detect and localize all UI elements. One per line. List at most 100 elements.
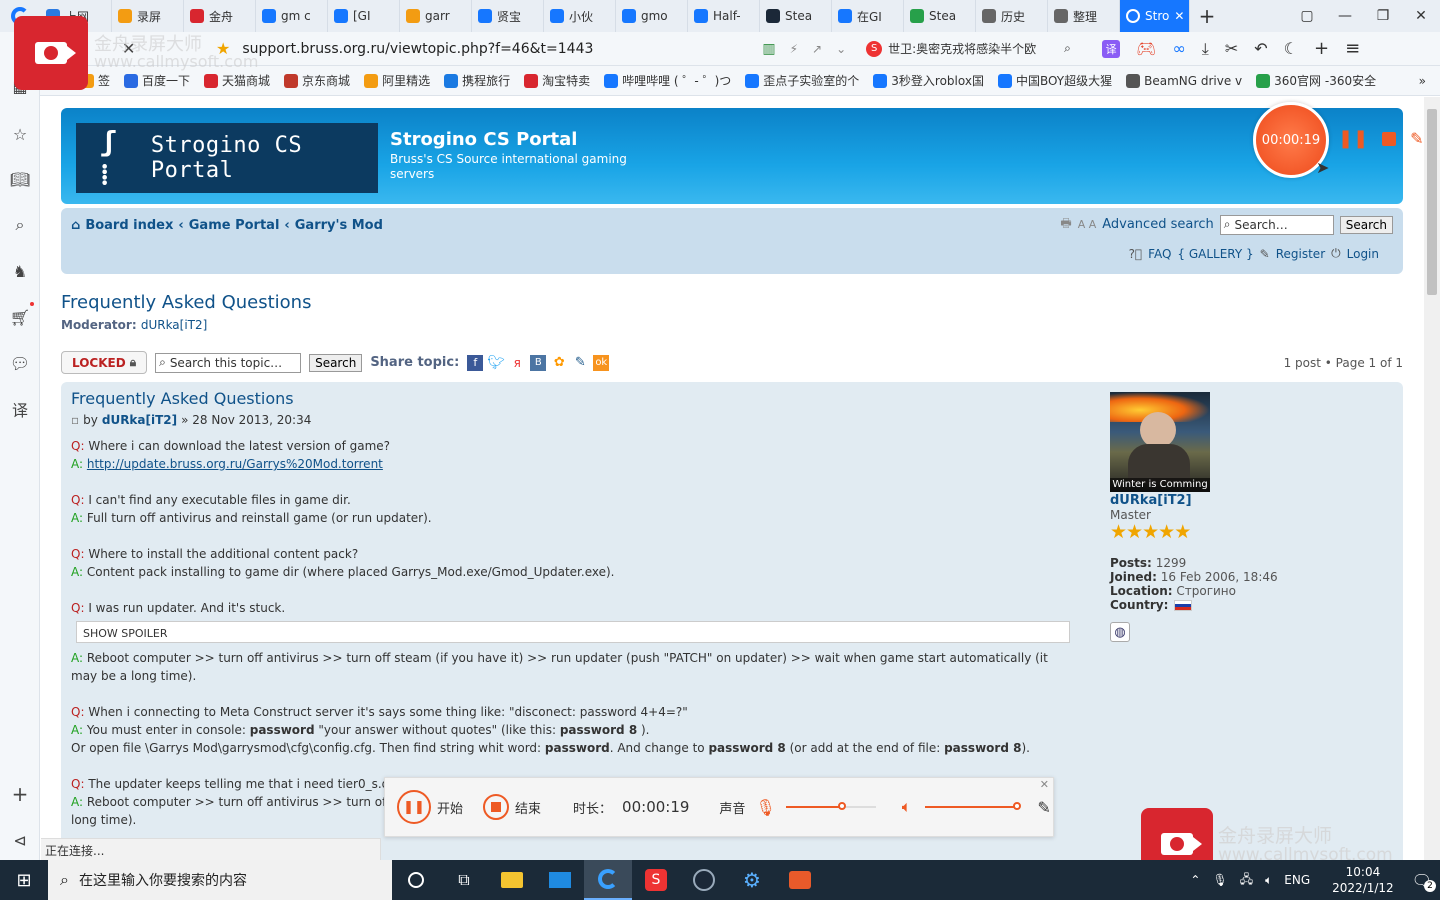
register-link[interactable]: Register bbox=[1276, 247, 1325, 261]
facebook-icon[interactable]: f bbox=[467, 354, 484, 371]
page-scrollbar[interactable] bbox=[1424, 97, 1440, 860]
scrollbar-thumb[interactable] bbox=[1427, 109, 1437, 295]
settings-gear-icon[interactable]: ⚙ bbox=[728, 860, 776, 900]
bookmark-item[interactable]: 3秒登入roblox国 bbox=[873, 72, 984, 89]
microphone-icon[interactable]: 🎙︎ bbox=[755, 798, 775, 817]
game-icon[interactable]: ♞ bbox=[10, 261, 30, 281]
browser-tab[interactable]: Half- bbox=[688, 0, 760, 32]
share-icon[interactable]: ↗ bbox=[812, 42, 822, 56]
gallery-link[interactable]: { GALLERY } bbox=[1177, 247, 1253, 261]
bookmark-item[interactable]: 360官网 -360安全 bbox=[1256, 72, 1376, 89]
faq-link[interactable]: FAQ bbox=[1148, 247, 1171, 261]
livejournal-icon[interactable]: ✎ bbox=[572, 355, 588, 371]
browser-tab[interactable]: Stea bbox=[760, 0, 832, 32]
speaker-icon[interactable]: 🔈︎ bbox=[902, 797, 912, 817]
reader-icon[interactable]: ▥ bbox=[762, 41, 775, 57]
browser-tab[interactable]: Stro ✕ bbox=[1120, 0, 1190, 32]
bookmark-item[interactable]: 中国BOY超级大猩 bbox=[997, 72, 1112, 89]
breadcrumb-board-index[interactable]: Board index bbox=[85, 218, 173, 233]
header-search-input[interactable]: ⌕ Search… bbox=[1219, 214, 1334, 235]
search-suggestion-text[interactable]: 世卫:奥密克戎将感染半个欧 bbox=[888, 40, 1058, 57]
browser-tab[interactable]: 整理 bbox=[1048, 0, 1120, 32]
flash-icon[interactable]: ⚡︎ bbox=[790, 42, 798, 56]
stop-record-button[interactable] bbox=[483, 794, 510, 820]
bookmark-item[interactable]: 天猫商城 bbox=[204, 72, 270, 89]
site-title[interactable]: Strogino CS Portal bbox=[390, 129, 650, 150]
sogou-icon[interactable]: S bbox=[632, 860, 680, 900]
bookmark-item[interactable]: 哔哩哔哩 ( ゜- ゜)つ bbox=[604, 72, 731, 89]
bookmark-item[interactable]: 歪点子实验室的个 bbox=[745, 72, 859, 89]
bookmark-item[interactable]: 携程旅行 bbox=[444, 72, 510, 89]
header-search-button[interactable]: Search bbox=[1339, 215, 1393, 234]
close-window-button[interactable]: ✕ bbox=[1402, 0, 1440, 32]
browser-tab[interactable]: 历史 bbox=[976, 0, 1048, 32]
topic-search-input[interactable]: ⌕ Search this topic… bbox=[155, 352, 302, 373]
speaker-volume-slider[interactable] bbox=[925, 802, 1022, 810]
night-mode-icon[interactable]: ☾ bbox=[1284, 39, 1298, 58]
myworld-icon[interactable]: ✿ bbox=[551, 355, 567, 371]
translate-icon[interactable]: 译 bbox=[1102, 39, 1121, 58]
bookmark-item[interactable]: 京东商城 bbox=[284, 72, 350, 89]
menu-icon[interactable]: ≡ bbox=[1345, 38, 1360, 59]
microphone-icon[interactable]: 🎙︎ bbox=[1212, 873, 1227, 887]
browser-tab[interactable]: gm c bbox=[256, 0, 328, 32]
search-icon[interactable]: ⌕ bbox=[10, 215, 30, 235]
post-author-link[interactable]: dURka[iT2] bbox=[102, 413, 177, 427]
download-icon[interactable]: ⤓ bbox=[1202, 39, 1209, 59]
translate-icon[interactable]: 译 bbox=[10, 399, 30, 420]
undo-icon[interactable]: ↶ bbox=[1254, 39, 1267, 58]
annotate-pen-icon[interactable]: ✎ bbox=[1037, 798, 1050, 817]
minimize-button[interactable]: — bbox=[1326, 0, 1364, 32]
breadcrumb-garrys-mod[interactable]: Garry's Mod bbox=[295, 218, 383, 233]
start-label[interactable]: 开始 bbox=[437, 798, 463, 817]
clock[interactable]: 10:04 2022/1/12 bbox=[1332, 864, 1394, 896]
forum-title[interactable]: Frequently Asked Questions bbox=[61, 292, 311, 313]
login-link[interactable]: Login bbox=[1347, 247, 1379, 261]
pause-record-button[interactable]: ❚❚ bbox=[397, 790, 431, 824]
mail-icon[interactable] bbox=[536, 860, 584, 900]
post-title[interactable]: Frequently Asked Questions bbox=[71, 389, 294, 408]
network-icon[interactable]: 🖧︎ bbox=[1240, 870, 1253, 891]
browser-tab[interactable]: 在GI bbox=[832, 0, 904, 32]
chevron-down-icon[interactable]: ⌄ bbox=[836, 42, 846, 56]
print-icon[interactable]: 🖶︎ bbox=[1060, 214, 1071, 235]
gamepad-icon[interactable]: 🎮︎ bbox=[1136, 39, 1156, 58]
more-bookmarks-icon[interactable]: » bbox=[1419, 74, 1426, 88]
start-button[interactable]: ⊞ bbox=[0, 860, 48, 900]
avatar[interactable]: Winter is Comming bbox=[1110, 392, 1210, 492]
tray-expand-icon[interactable]: ⌃ bbox=[1190, 873, 1200, 887]
twitter-icon[interactable]: 🐦︎ bbox=[487, 355, 505, 371]
stop-label[interactable]: 结束 bbox=[515, 798, 541, 817]
steam-icon[interactable] bbox=[680, 860, 728, 900]
font-size-toggle[interactable]: A A bbox=[1078, 218, 1097, 231]
add-icon[interactable]: + bbox=[1314, 38, 1329, 59]
bookmark-item[interactable]: 淘宝特卖 bbox=[524, 72, 590, 89]
browser-tab[interactable]: garr bbox=[400, 0, 472, 32]
browser-tab[interactable]: 贤宝 bbox=[472, 0, 544, 32]
new-tab-button[interactable]: + bbox=[1190, 0, 1224, 32]
browser-tab[interactable]: 金舟 bbox=[184, 0, 256, 32]
tab-manager-icon[interactable]: ▢ bbox=[1288, 0, 1326, 32]
locked-button[interactable]: LOCKED 🔒︎ bbox=[61, 351, 148, 374]
url-field[interactable]: support.bruss.org.ru/viewtopic.php?f=46&… bbox=[242, 41, 742, 57]
site-logo[interactable]: ʃ ⁞ Strogino CS Portal bbox=[76, 123, 378, 193]
breadcrumb-game-portal[interactable]: Game Portal bbox=[189, 218, 280, 233]
yandex-icon[interactable]: я bbox=[509, 355, 525, 371]
bookmark-item[interactable]: 百度一下 bbox=[124, 72, 190, 89]
notification-center-icon[interactable]: 🗨︎ 2 bbox=[1412, 871, 1436, 892]
close-tab-icon[interactable]: ✕ bbox=[1174, 9, 1184, 23]
task-view-icon[interactable]: ⧉ bbox=[440, 860, 488, 900]
cortana-icon[interactable] bbox=[392, 860, 440, 900]
browser-tab[interactable]: Stea bbox=[904, 0, 976, 32]
profile-name-link[interactable]: dURka[iT2] bbox=[1110, 493, 1350, 508]
pause-icon[interactable]: ❚❚ bbox=[1338, 128, 1368, 149]
search-engine-icon[interactable]: S bbox=[866, 40, 883, 57]
post-icon[interactable]: ▫ bbox=[71, 413, 79, 427]
reading-book-icon[interactable]: 📖︎ bbox=[10, 169, 30, 189]
advanced-search-link[interactable]: Advanced search bbox=[1102, 217, 1214, 232]
search-icon[interactable]: ⌕ bbox=[1064, 41, 1071, 56]
topic-search-button[interactable]: Search bbox=[309, 353, 363, 372]
browser-tab[interactable]: gmo bbox=[616, 0, 688, 32]
recorder-taskbar-icon[interactable] bbox=[776, 860, 824, 900]
browser-taskbar-icon[interactable] bbox=[584, 860, 632, 900]
